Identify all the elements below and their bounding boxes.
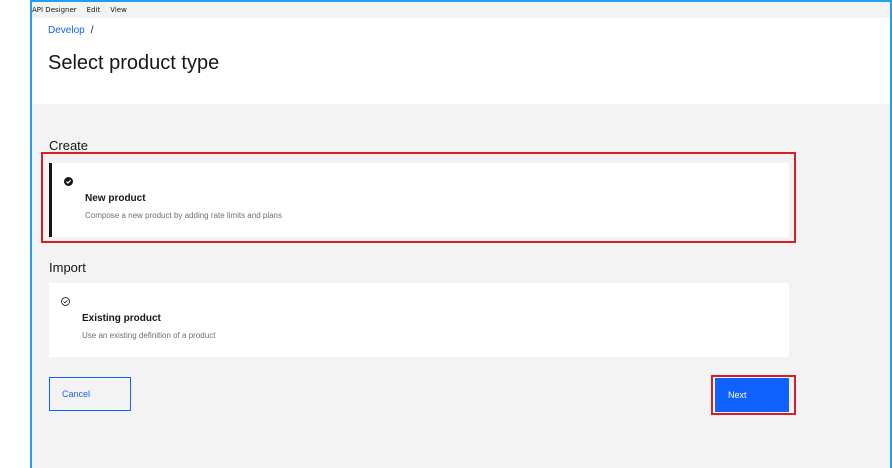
menu-view[interactable]: View (110, 6, 127, 14)
page-title: Select product type (48, 52, 220, 74)
cancel-button[interactable]: Cancel (49, 377, 131, 411)
existing-product-title: Existing product (82, 313, 161, 324)
checkmark-outline-icon (61, 297, 70, 306)
menu-bar: API Designer Edit View (30, 2, 127, 18)
next-button-highlight (711, 375, 796, 415)
menu-edit[interactable]: Edit (87, 6, 101, 14)
breadcrumb-develop-link[interactable]: Develop (48, 25, 85, 36)
breadcrumb-separator: / (90, 25, 94, 36)
import-section-label: Import (49, 260, 86, 275)
create-section-label: Create (49, 138, 89, 153)
existing-product-tile[interactable]: Existing product Use an existing definit… (49, 283, 789, 357)
page-header: Develop / Select product type (32, 18, 890, 104)
existing-product-description: Use an existing definition of a product (82, 331, 216, 340)
menu-api-designer[interactable]: API Designer (32, 6, 77, 14)
breadcrumb: Develop / (48, 25, 93, 36)
new-product-highlight (41, 152, 796, 243)
